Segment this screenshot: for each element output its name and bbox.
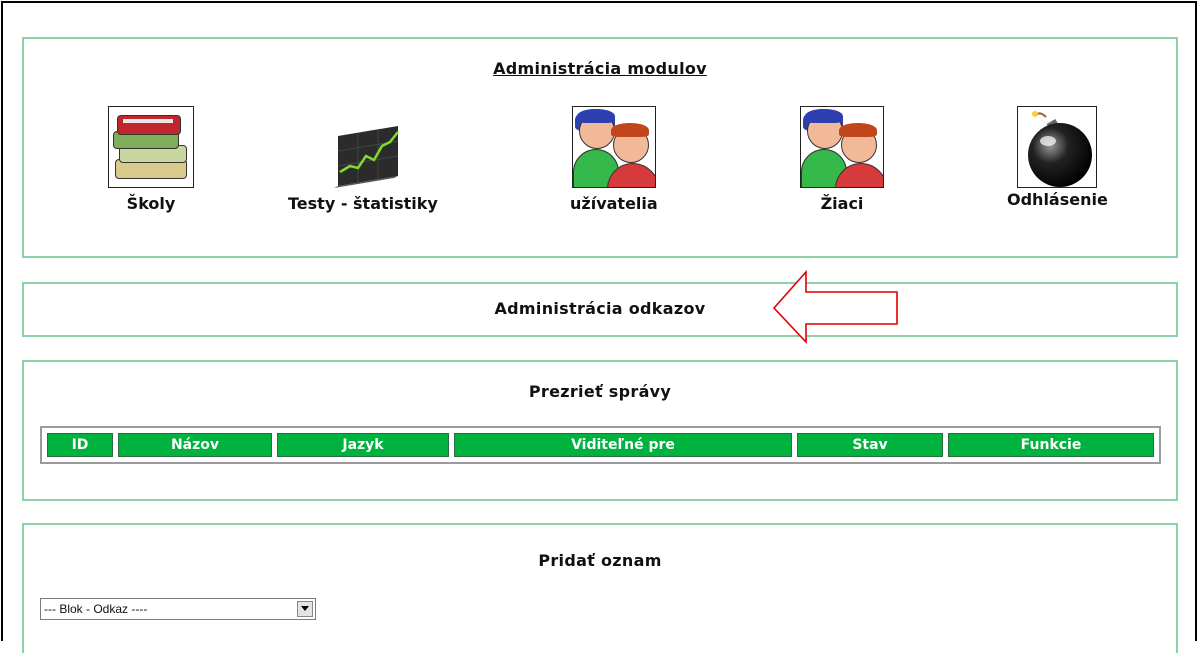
- block-link-select[interactable]: --- Blok - Odkaz ----: [40, 598, 316, 620]
- column-header-nazov: Názov: [118, 433, 272, 457]
- module-label: užívatelia: [570, 194, 658, 213]
- column-header-viditelne-pre: Viditeľné pre: [454, 433, 792, 457]
- links-title[interactable]: Administrácia odkazov: [24, 299, 1176, 318]
- select-value: --- Blok - Odkaz ----: [44, 602, 148, 616]
- students-icon: [800, 106, 884, 188]
- column-header-jazyk: Jazyk: [277, 433, 449, 457]
- column-header-funkcie: Funkcie: [948, 433, 1154, 457]
- messages-panel: Prezrieť správy ID Názov Jazyk Viditeľné…: [22, 360, 1178, 501]
- modules-panel: Administrácia modulov Školy Testy - štat…: [22, 37, 1178, 258]
- modules-title: Administrácia modulov: [493, 59, 707, 78]
- module-label: Žiaci: [820, 194, 864, 213]
- links-panel: Administrácia odkazov: [22, 282, 1178, 337]
- column-header-stav: Stav: [797, 433, 943, 457]
- module-label: Školy: [126, 194, 176, 213]
- column-header-id: ID: [47, 433, 113, 457]
- bomb-icon: [1017, 106, 1098, 188]
- messages-title: Prezrieť správy: [528, 382, 672, 401]
- messages-table: ID Názov Jazyk Viditeľné pre Stav Funkci…: [40, 426, 1161, 464]
- module-testy-statistiky[interactable]: Testy - štatistiky: [288, 106, 438, 213]
- module-label: Odhlásenie: [1007, 190, 1108, 209]
- annotation-arrow-icon: [772, 270, 898, 344]
- add-notice-title: Pridať oznam: [538, 551, 662, 570]
- users-icon: [571, 106, 656, 188]
- books-icon: [108, 106, 194, 188]
- table-header-row: ID Názov Jazyk Viditeľné pre Stav Funkci…: [47, 433, 1154, 457]
- module-uzivatelia[interactable]: užívatelia: [570, 106, 658, 213]
- add-notice-panel: Pridať oznam --- Blok - Odkaz ----: [22, 523, 1178, 653]
- module-label: Testy - štatistiky: [288, 194, 438, 213]
- module-ziaci[interactable]: Žiaci: [800, 106, 884, 213]
- module-odhlasenie[interactable]: Odhlásenie: [1007, 106, 1108, 209]
- dropdown-arrow-icon[interactable]: [297, 601, 313, 617]
- chart-icon: [319, 106, 406, 188]
- module-skoly[interactable]: Školy: [108, 106, 194, 213]
